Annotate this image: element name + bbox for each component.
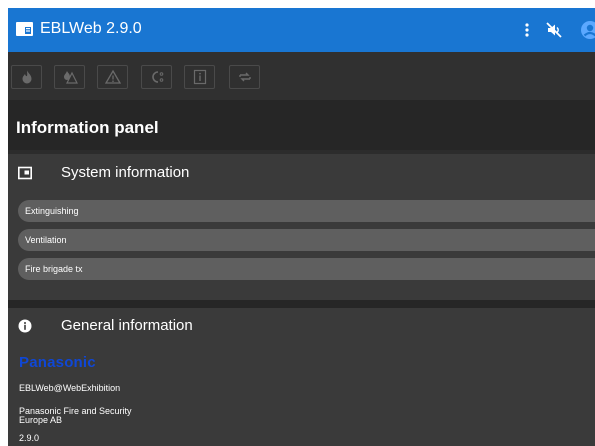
loop-icon bbox=[238, 72, 251, 82]
fire-button[interactable] bbox=[11, 65, 42, 89]
company-name-line2: Europe AB bbox=[19, 415, 63, 425]
system-item-fire-brigade-tx[interactable]: Fire brigade tx bbox=[18, 258, 595, 280]
general-information-section: General information Panasonic EBLWeb@Web… bbox=[8, 308, 595, 446]
more-vert-icon[interactable] bbox=[520, 22, 534, 38]
system-panel-icon bbox=[18, 166, 32, 180]
app-window: EBLWeb 2.9.0 Information panel System in… bbox=[8, 8, 595, 446]
fire-alarm-button[interactable] bbox=[54, 65, 85, 89]
app-title: EBLWeb 2.9.0 bbox=[40, 20, 142, 37]
toolbar bbox=[8, 52, 595, 100]
section-divider bbox=[8, 300, 595, 308]
disablement-button[interactable] bbox=[141, 65, 172, 89]
loop-button[interactable] bbox=[229, 65, 260, 89]
fault-button[interactable] bbox=[97, 65, 128, 89]
app-panel-icon bbox=[16, 22, 33, 36]
brand-logo: Panasonic bbox=[19, 354, 96, 371]
system-information-section: System information Extinguishing Ventila… bbox=[8, 154, 595, 300]
information-button[interactable] bbox=[184, 65, 215, 89]
host-name: EBLWeb@WebExhibition bbox=[19, 383, 121, 393]
info-icon bbox=[193, 69, 206, 85]
volume-off-icon[interactable] bbox=[545, 21, 563, 39]
info-circle-icon bbox=[18, 319, 32, 333]
system-item-extinguishing[interactable]: Extinguishing bbox=[18, 200, 595, 222]
account-icon[interactable] bbox=[580, 20, 595, 40]
disablement-icon bbox=[151, 71, 163, 83]
general-information-title: General information bbox=[61, 317, 193, 334]
system-item-ventilation[interactable]: Ventilation bbox=[18, 229, 595, 251]
app-header: EBLWeb 2.9.0 bbox=[8, 8, 595, 52]
fire-icon bbox=[22, 70, 31, 84]
system-information-title: System information bbox=[61, 164, 190, 181]
panel-title-bar: Information panel bbox=[8, 100, 595, 150]
warning-icon bbox=[104, 69, 121, 84]
version-text: 2.9.0 bbox=[19, 433, 40, 443]
page-title: Information panel bbox=[16, 118, 159, 137]
fire-alarm-icon bbox=[63, 71, 78, 84]
